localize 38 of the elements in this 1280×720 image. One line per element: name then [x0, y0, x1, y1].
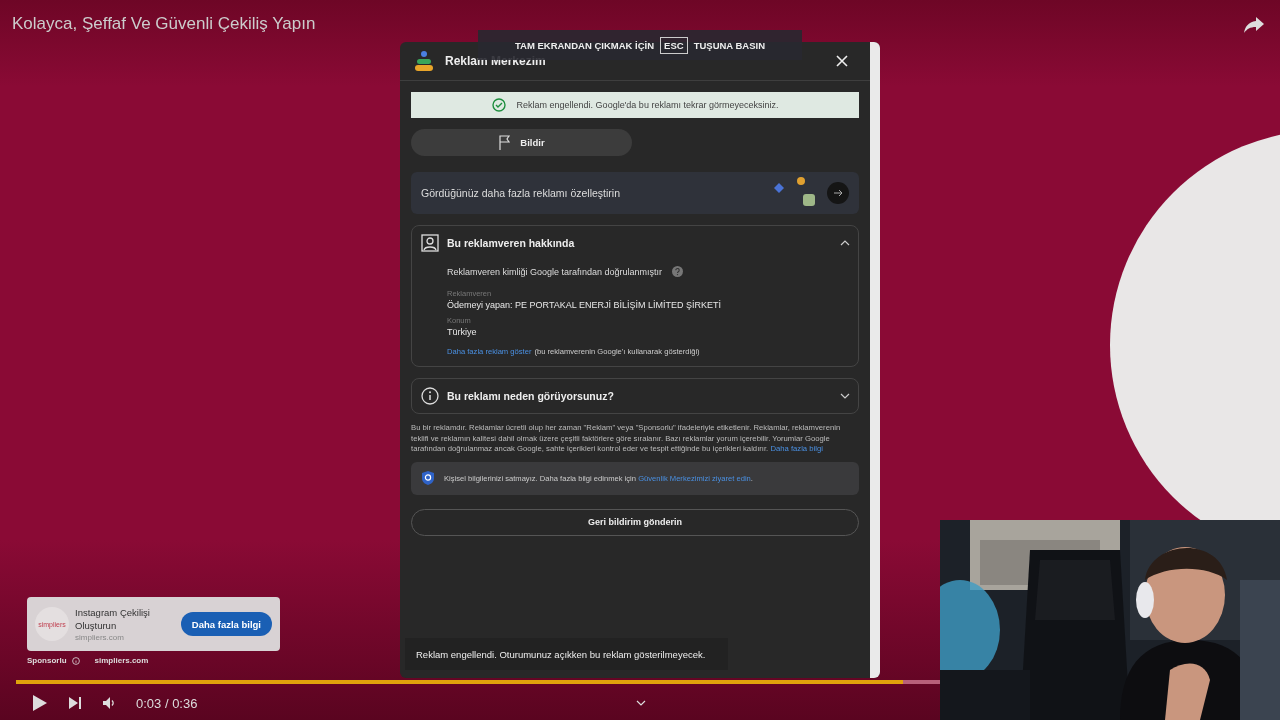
arrow-button-icon[interactable] — [827, 182, 849, 204]
panel-title: Reklam Merkezim — [445, 54, 547, 68]
check-circle-icon — [491, 98, 506, 112]
play-icon[interactable] — [32, 694, 48, 712]
help-icon[interactable] — [672, 266, 684, 277]
scrollbar[interactable] — [870, 42, 880, 678]
close-icon[interactable] — [836, 55, 848, 67]
learn-more-button[interactable]: Daha fazla bilgi — [180, 612, 272, 636]
time-display: 0:03 / 0:36 — [136, 695, 198, 711]
section-header[interactable]: Bu reklamveren hakkında — [412, 226, 858, 260]
customize-text: Gördüğünüz daha fazla reklamı özelleştirin — [421, 187, 622, 199]
notice-text: TUŞUNA BASIN — [693, 39, 766, 51]
chevron-down-icon[interactable] — [636, 700, 647, 706]
snackbar-text: Reklam engellendi. Oturumunuz açıkken bu reklam gösterilmeyecek. — [416, 648, 706, 660]
next-icon[interactable] — [68, 696, 82, 710]
report-button[interactable]: Bildir — [411, 129, 632, 156]
customize-card[interactable]: Gördüğünüz daha fazla reklamı özelleştirin — [411, 172, 859, 214]
ad-domain: simpliers.com — [75, 633, 125, 642]
section-header[interactable]: Bu reklamı neden görüyorsunuz? — [412, 379, 858, 413]
info-icon — [421, 387, 439, 405]
sponsored-label: Sponsorlu — [27, 656, 67, 665]
flag-icon — [498, 134, 513, 151]
verified-text: Reklamveren kimliği Google tarafından doğrulanmıştır — [447, 266, 663, 277]
ad-title: Instagram Çekilişi Oluşturun — [75, 606, 151, 632]
field-value: Ödemeyi yapan: PE PORTAKAL ENERJİ BİLİŞİM LİMİTED ŞİRKETİ — [447, 300, 722, 310]
logo-icon — [414, 50, 434, 72]
notice-text: TAM EKRANDAN ÇIKMAK İÇİN — [514, 39, 655, 51]
banner-text: Reklam engellendi. Google'da bu reklamı tekrar görmeyeceksiniz. — [516, 100, 779, 110]
esc-key: ESC — [660, 36, 688, 54]
volume-icon[interactable] — [102, 696, 116, 710]
advertiser-domain[interactable]: simpliers.com — [94, 656, 149, 665]
chevron-up-icon — [840, 240, 850, 246]
field-value: Türkiye — [447, 327, 478, 337]
person-icon — [421, 234, 439, 252]
info-icon[interactable] — [71, 656, 80, 665]
shield-icon — [422, 471, 434, 485]
video-title: Kolayca, Şeffaf Ve Güvenli Çekiliş Yapın — [12, 14, 316, 34]
chevron-down-icon — [840, 393, 850, 399]
